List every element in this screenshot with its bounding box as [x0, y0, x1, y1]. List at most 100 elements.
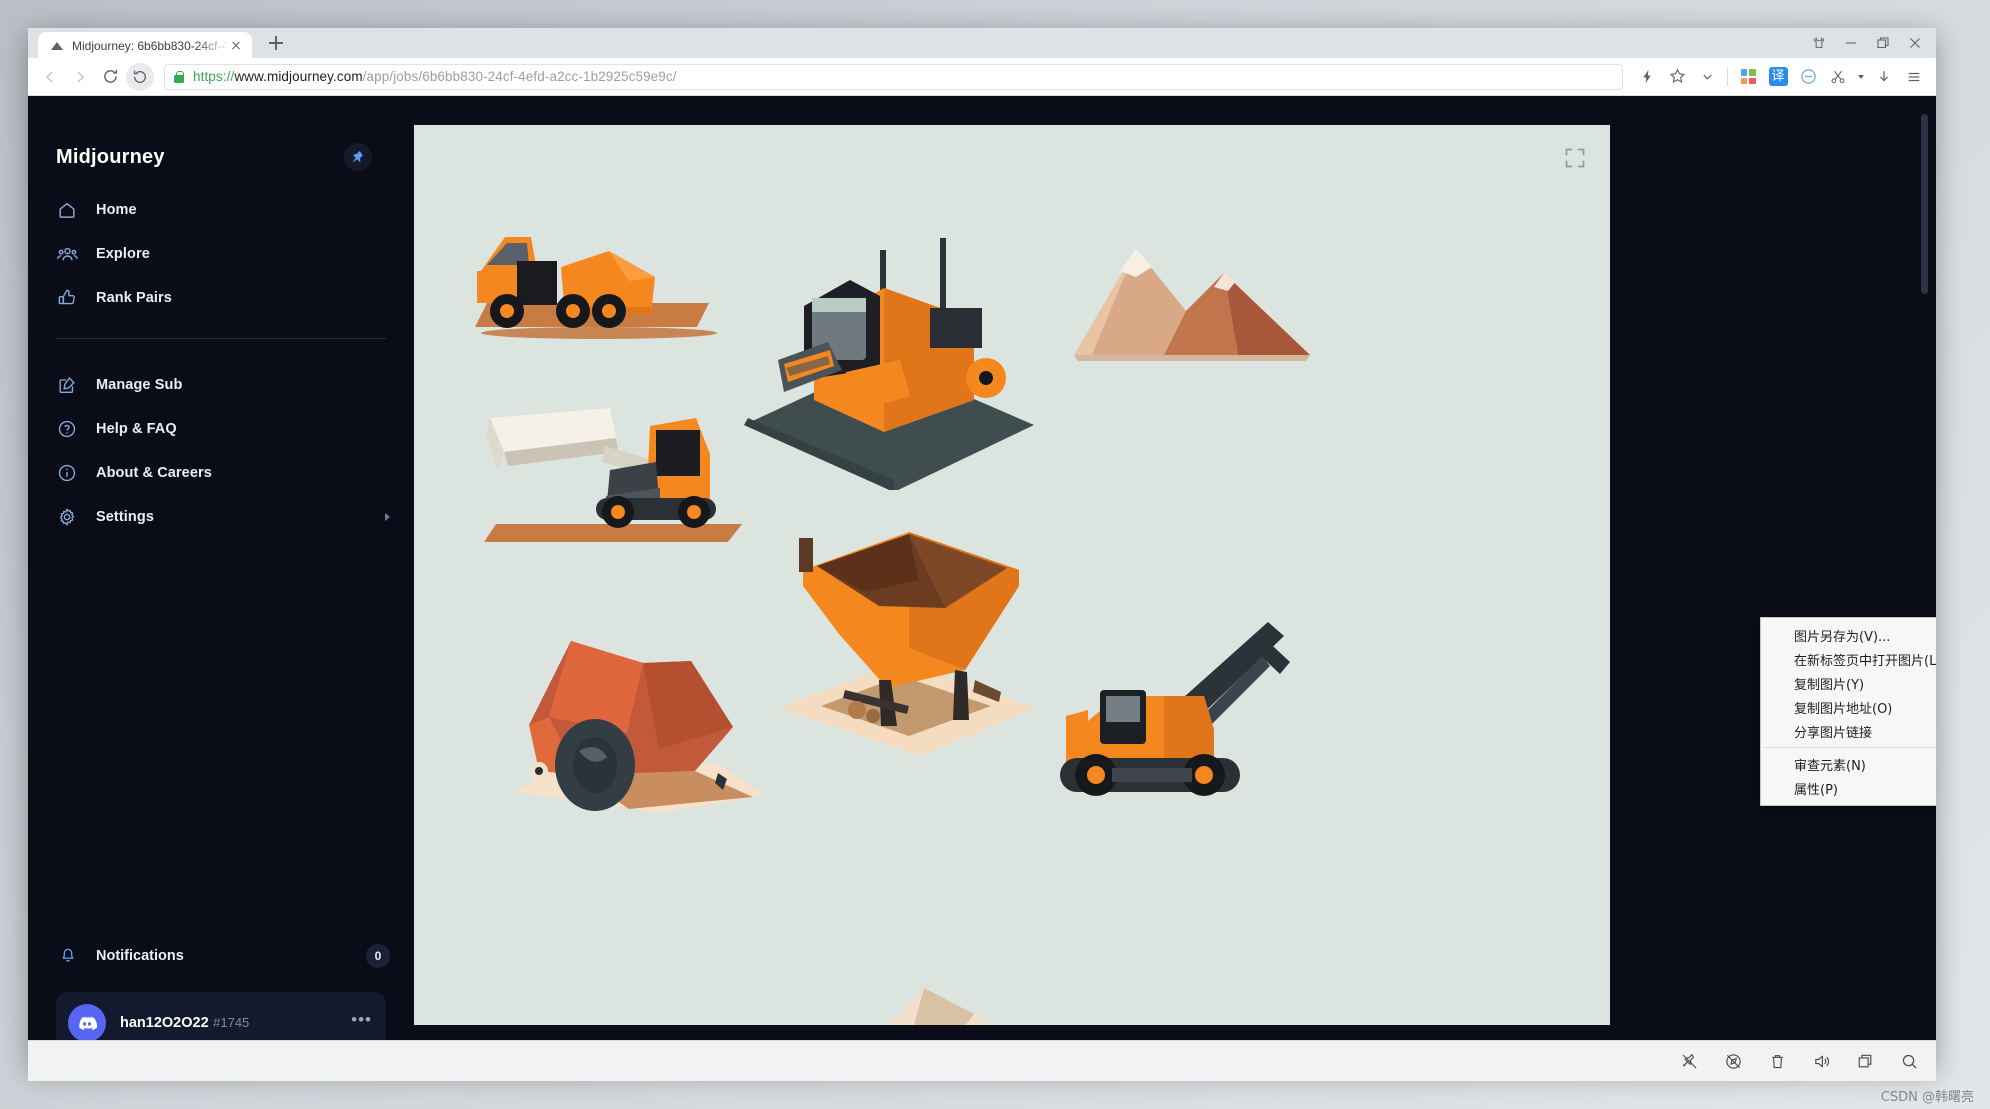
sidebar-item-label: Explore	[96, 246, 150, 262]
context-menu-label: 图片另存为(V)...	[1794, 629, 1891, 645]
main-content: 图片另存为(V)... 在新标签页中打开图片(L) 复制图片(Y) 复制图片地址…	[414, 96, 1936, 1068]
scissors-dropdown-icon[interactable]	[1854, 63, 1868, 91]
context-menu-item-inspect[interactable]: 审查元素(N) Ctrl+Shift+I	[1761, 752, 1936, 776]
sidebar-item-about-careers[interactable]: About & Careers	[28, 451, 414, 495]
pin-icon[interactable]	[344, 143, 372, 171]
midjourney-sidebar: Midjourney Home Explore Rank Pairs Manag…	[28, 96, 414, 1068]
brand-title: Midjourney	[56, 145, 165, 168]
generated-image-stage[interactable]	[414, 125, 1610, 1025]
url-host: www.midjourney.com	[234, 69, 363, 84]
info-circle-icon	[56, 462, 78, 484]
back-arrow-icon[interactable]	[36, 63, 64, 91]
windows-icon[interactable]	[1854, 1050, 1876, 1072]
translate-glyph: 译	[1768, 67, 1788, 86]
search-icon[interactable]	[1898, 1050, 1920, 1072]
pin-off-icon[interactable]	[1678, 1050, 1700, 1072]
history-back-icon[interactable]	[126, 62, 154, 91]
tab-title: Midjourney: 6b6bb830-24cf-4	[72, 39, 229, 53]
sidebar-item-rank-pairs[interactable]: Rank Pairs	[28, 276, 414, 320]
sidebar-item-label: Home	[96, 202, 137, 218]
page-scroll-track[interactable]	[1921, 102, 1932, 962]
sidebar-brand-row: Midjourney	[28, 96, 414, 182]
forward-arrow-icon[interactable]	[66, 63, 94, 91]
edit-square-icon	[56, 374, 78, 396]
apps-grid-icon[interactable]	[1734, 63, 1762, 91]
address-bar[interactable]: https://www.midjourney.com/app/jobs/6b6b…	[164, 63, 1623, 90]
url-path: /app/jobs/6b6bb830-24cf-4efd-a2cc-1b2925…	[362, 69, 677, 84]
thumbs-up-icon	[56, 287, 78, 309]
shirt-icon[interactable]	[1804, 30, 1834, 56]
context-menu-item-save-image-as[interactable]: 图片另存为(V)...	[1761, 623, 1936, 647]
context-menu-label: 审查元素(N)	[1794, 758, 1866, 774]
lock-icon	[173, 70, 185, 84]
image-context-menu: 图片另存为(V)... 在新标签页中打开图片(L) 复制图片(Y) 复制图片地址…	[1760, 617, 1936, 806]
notifications-count-badge: 0	[366, 944, 390, 968]
chevron-right-icon	[385, 513, 390, 521]
page-viewport: Midjourney Home Explore Rank Pairs Manag…	[28, 96, 1936, 1068]
new-tab-button[interactable]	[262, 29, 290, 57]
restore-button[interactable]	[1868, 30, 1898, 56]
context-menu-separator	[1763, 747, 1936, 748]
artwork-rock-fleck	[715, 773, 727, 790]
url-text: https://www.midjourney.com/app/jobs/6b6b…	[193, 69, 677, 84]
window-controls	[1804, 30, 1930, 56]
volume-icon[interactable]	[1810, 1050, 1832, 1072]
artwork-boulder-left	[515, 641, 765, 813]
sidebar-item-explore[interactable]: Explore	[28, 232, 414, 276]
rocket-off-icon[interactable]	[1722, 1050, 1744, 1072]
downloads-icon[interactable]	[1870, 63, 1898, 91]
browser-tab-midjourney[interactable]: Midjourney: 6b6bb830-24cf-4	[38, 32, 253, 60]
user-name: han12O2O22	[120, 1015, 209, 1031]
page-scroll-thumb[interactable]	[1921, 114, 1928, 294]
context-menu-item-open-image-new-tab[interactable]: 在新标签页中打开图片(L)	[1761, 647, 1936, 671]
browser-window: Midjourney: 6b6bb830-24cf-4 https://www.…	[28, 28, 1936, 1068]
sidebar-item-label: About & Careers	[96, 465, 212, 481]
screenshot-scissors-icon[interactable]	[1824, 63, 1852, 91]
artwork-dump-truck-left	[475, 237, 717, 339]
close-window-button[interactable]	[1900, 30, 1930, 56]
adblock-icon[interactable]	[1794, 63, 1822, 91]
gear-icon	[56, 506, 78, 528]
context-menu-label: 复制图片地址(O)	[1794, 701, 1893, 717]
expand-fullscreen-icon[interactable]	[1562, 145, 1588, 171]
sidebar-item-help-faq[interactable]: Help & FAQ	[28, 407, 414, 451]
context-menu-label: 属性(P)	[1794, 782, 1838, 798]
artwork-hopper-center	[779, 532, 1037, 756]
sidebar-item-settings[interactable]: Settings	[28, 495, 414, 539]
artwork-excavator-right	[1060, 622, 1290, 796]
context-menu-item-copy-image-address[interactable]: 复制图片地址(O)	[1761, 695, 1936, 719]
translate-icon[interactable]: 译	[1764, 63, 1792, 91]
notifications-label: Notifications	[96, 948, 184, 964]
context-menu-item-copy-image[interactable]: 复制图片(Y)	[1761, 671, 1936, 695]
reload-icon[interactable]	[96, 63, 124, 91]
user-tag: #1745	[213, 1015, 250, 1030]
context-menu-item-share-image-link[interactable]: 分享图片链接	[1761, 719, 1936, 743]
sidebar-secondary-nav: Manage Sub Help & FAQ About & Careers Se…	[28, 357, 414, 539]
more-dots-icon[interactable]: •••	[351, 1011, 372, 1031]
csdn-watermark: CSDN @韩曙亮	[1880, 1090, 1974, 1105]
bookmark-star-icon[interactable]	[1663, 63, 1691, 91]
context-menu-label: 复制图片(Y)	[1794, 677, 1865, 693]
context-menu-label: 分享图片链接	[1794, 725, 1873, 741]
sidebar-item-manage-sub[interactable]: Manage Sub	[28, 363, 414, 407]
context-menu-item-properties[interactable]: 属性(P)	[1761, 776, 1936, 800]
sidebar-item-label: Help & FAQ	[96, 421, 177, 437]
minimize-button[interactable]	[1836, 30, 1866, 56]
sidebar-item-notifications[interactable]: Notifications 0	[28, 934, 414, 978]
discord-icon	[68, 1004, 106, 1042]
tab-close-icon[interactable]	[228, 38, 244, 54]
url-scheme: https://	[193, 69, 235, 84]
sidebar-item-home[interactable]: Home	[28, 188, 414, 232]
browser-menu-icon[interactable]	[1900, 63, 1928, 91]
trash-icon[interactable]	[1766, 1050, 1788, 1072]
artwork-bottom-partial	[888, 988, 995, 1025]
people-icon	[56, 243, 78, 265]
lightning-icon[interactable]	[1633, 63, 1661, 91]
sidebar-divider	[56, 338, 386, 339]
sidebar-item-label: Settings	[96, 509, 154, 525]
artwork-mountain-right	[1074, 249, 1310, 361]
chevron-down-icon[interactable]	[1693, 63, 1721, 91]
sidebar-item-label: Rank Pairs	[96, 290, 172, 306]
context-menu-label: 在新标签页中打开图片(L)	[1794, 653, 1936, 669]
bell-icon	[58, 944, 78, 969]
